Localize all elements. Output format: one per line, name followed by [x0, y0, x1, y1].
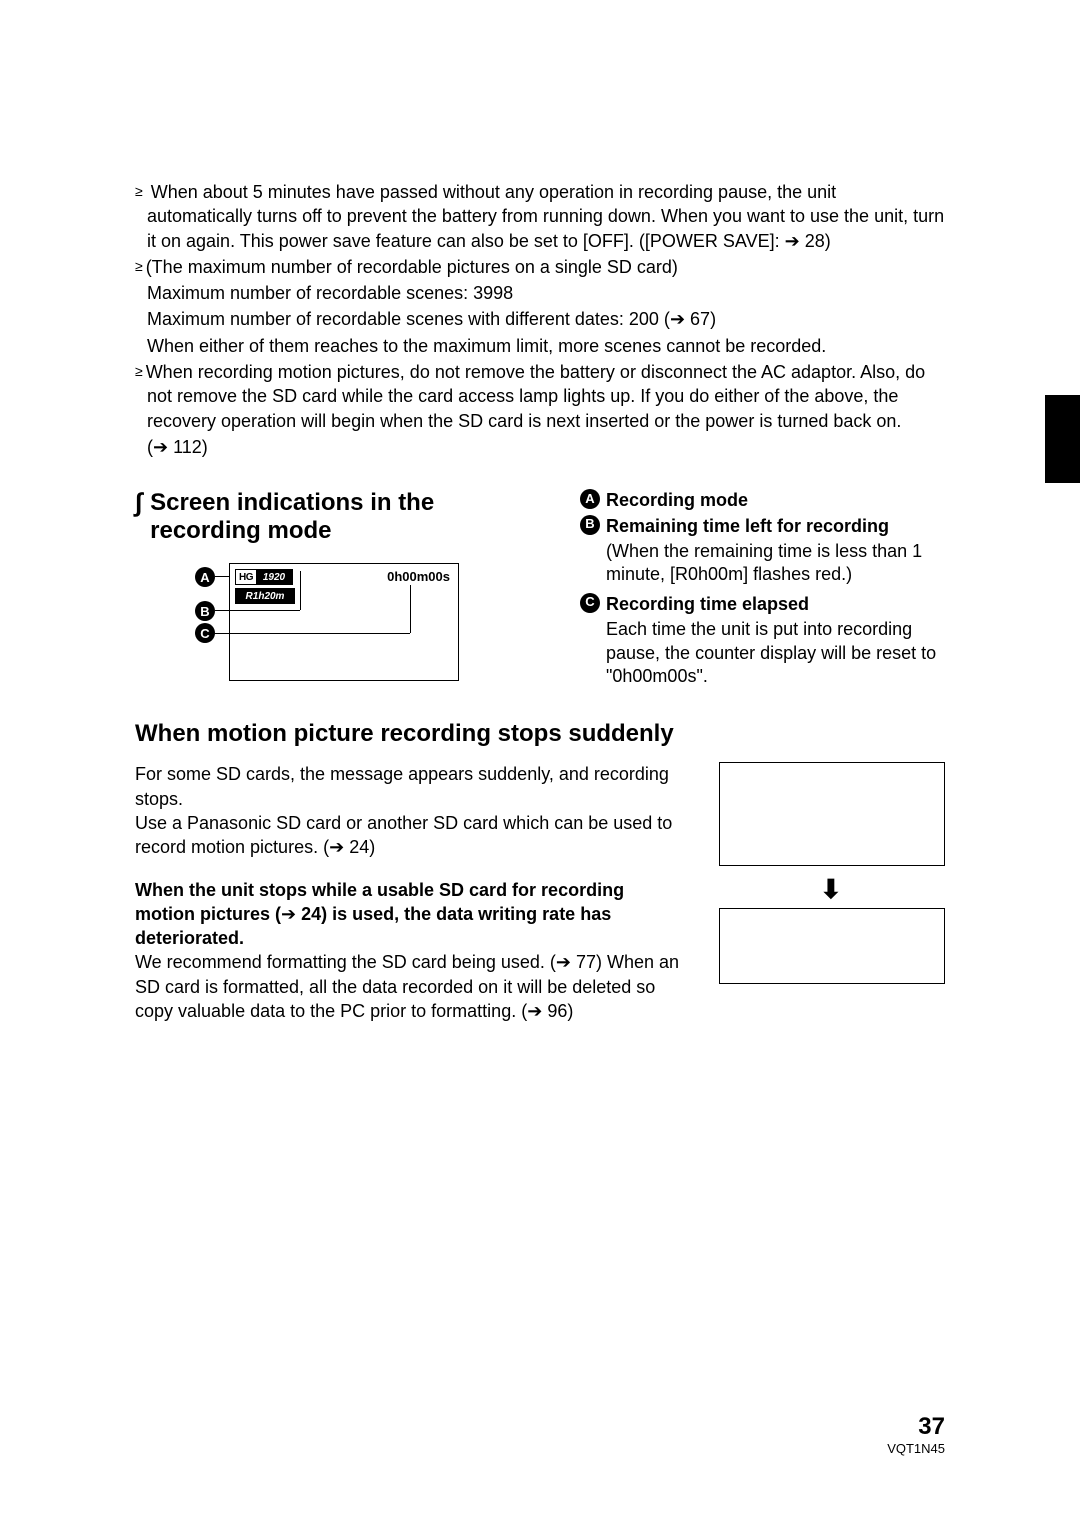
- ss-p3: When the unit stops while a usable SD ca…: [135, 878, 683, 951]
- mode-indicator: HG 1920: [235, 569, 293, 585]
- note-2-l3b: 67): [690, 309, 716, 329]
- note-2-l3: Maximum number of recordable scenes with…: [147, 307, 945, 331]
- note-2-l1: (The maximum number of recordable pictur…: [146, 257, 678, 277]
- label-b-row: B Remaining time left for recording: [580, 515, 945, 538]
- mode-left: HG: [236, 570, 256, 584]
- note-1: When about 5 minutes have passed without…: [147, 180, 945, 253]
- page: When about 5 minutes have passed without…: [0, 0, 1080, 1526]
- diagram-marker-c: C: [195, 623, 215, 643]
- page-footer: 37 VQT1N45: [887, 1413, 945, 1456]
- sd-diagram: ⬇: [719, 762, 945, 1023]
- label-b-text: Remaining time left for recording: [606, 515, 889, 538]
- top-notes: When about 5 minutes have passed without…: [135, 180, 945, 459]
- arrow-icon: ➔: [329, 837, 344, 857]
- ss-p4a: We recommend formatting the SD card bein…: [135, 952, 556, 972]
- note3-ref: 112): [173, 437, 208, 457]
- sudden-stop-text: For some SD cards, the message appears s…: [135, 762, 683, 1023]
- ss-p2b: 24): [349, 837, 375, 857]
- down-arrow-icon: ⬇: [820, 874, 842, 905]
- sd-top-box: [719, 762, 945, 866]
- diagram-marker-b: B: [195, 601, 215, 621]
- ss-p1: For some SD cards, the message appears s…: [135, 762, 683, 811]
- screen-indications-section: ∫ Screen indications in the recording mo…: [135, 489, 945, 694]
- sd-bottom-box: [719, 908, 945, 984]
- circle-c-icon: C: [580, 593, 600, 613]
- sudden-stop-heading: When motion picture recording stops sudd…: [135, 720, 945, 748]
- ss-p2a: Use a Panasonic SD card or another SD ca…: [135, 813, 672, 857]
- arrow-icon: ➔: [556, 952, 571, 972]
- doc-id: VQT1N45: [887, 1441, 945, 1456]
- label-c-desc: Each time the unit is put into recording…: [606, 618, 945, 688]
- label-a-row: A Recording mode: [580, 489, 945, 512]
- arrow-icon: ➔: [527, 1001, 542, 1021]
- ss-p2: Use a Panasonic SD card or another SD ca…: [135, 811, 683, 860]
- page-number: 37: [887, 1413, 945, 1441]
- square-icon: ∫: [135, 489, 142, 515]
- elapsed-indicator: 0h00m00s: [387, 569, 450, 584]
- label-c-row: C Recording time elapsed: [580, 593, 945, 616]
- lead-line: [215, 576, 230, 577]
- label-a-text: Recording mode: [606, 489, 748, 512]
- note-2-l2: Maximum number of recordable scenes: 399…: [147, 281, 945, 305]
- ss-p4c: 96): [547, 1001, 573, 1021]
- note-1-ref: 28): [805, 231, 831, 251]
- mode-right: 1920: [256, 570, 292, 584]
- sudden-stop-section: When motion picture recording stops sudd…: [135, 720, 945, 1023]
- screen-diagram: A B C HG 1920 R1h20m 0h00m00s: [195, 563, 495, 693]
- ss-p4: We recommend formatting the SD card bein…: [135, 950, 683, 1023]
- arrow-icon: ➔: [785, 231, 800, 251]
- section-heading-text: Screen indications in the recording mode: [150, 489, 545, 545]
- col-left: ∫ Screen indications in the recording mo…: [135, 489, 545, 694]
- section-heading: ∫ Screen indications in the recording mo…: [135, 489, 545, 545]
- circle-b-icon: B: [580, 515, 600, 535]
- edge-tab: [1045, 395, 1080, 483]
- note-3: When recording motion pictures, do not r…: [147, 360, 945, 433]
- remaining-indicator: R1h20m: [235, 588, 295, 604]
- arrow-icon: ➔: [670, 309, 685, 329]
- circle-a-icon: A: [580, 489, 600, 509]
- note-2-l3a: Maximum number of recordable scenes with…: [147, 309, 670, 329]
- screen-frame: HG 1920 R1h20m 0h00m00s: [229, 563, 459, 681]
- label-b-desc: (When the remaining time is less than 1 …: [606, 540, 945, 587]
- col-right: A Recording mode B Remaining time left f…: [580, 489, 945, 694]
- note-3-ref: (➔ 112): [147, 435, 945, 459]
- arrow-icon: ➔: [281, 904, 296, 924]
- label-c-text: Recording time elapsed: [606, 593, 809, 616]
- note-2: (The maximum number of recordable pictur…: [147, 255, 945, 279]
- note-2-l4: When either of them reaches to the maxim…: [147, 334, 945, 358]
- diagram-marker-a: A: [195, 567, 215, 587]
- arrow-icon: ➔: [153, 437, 168, 457]
